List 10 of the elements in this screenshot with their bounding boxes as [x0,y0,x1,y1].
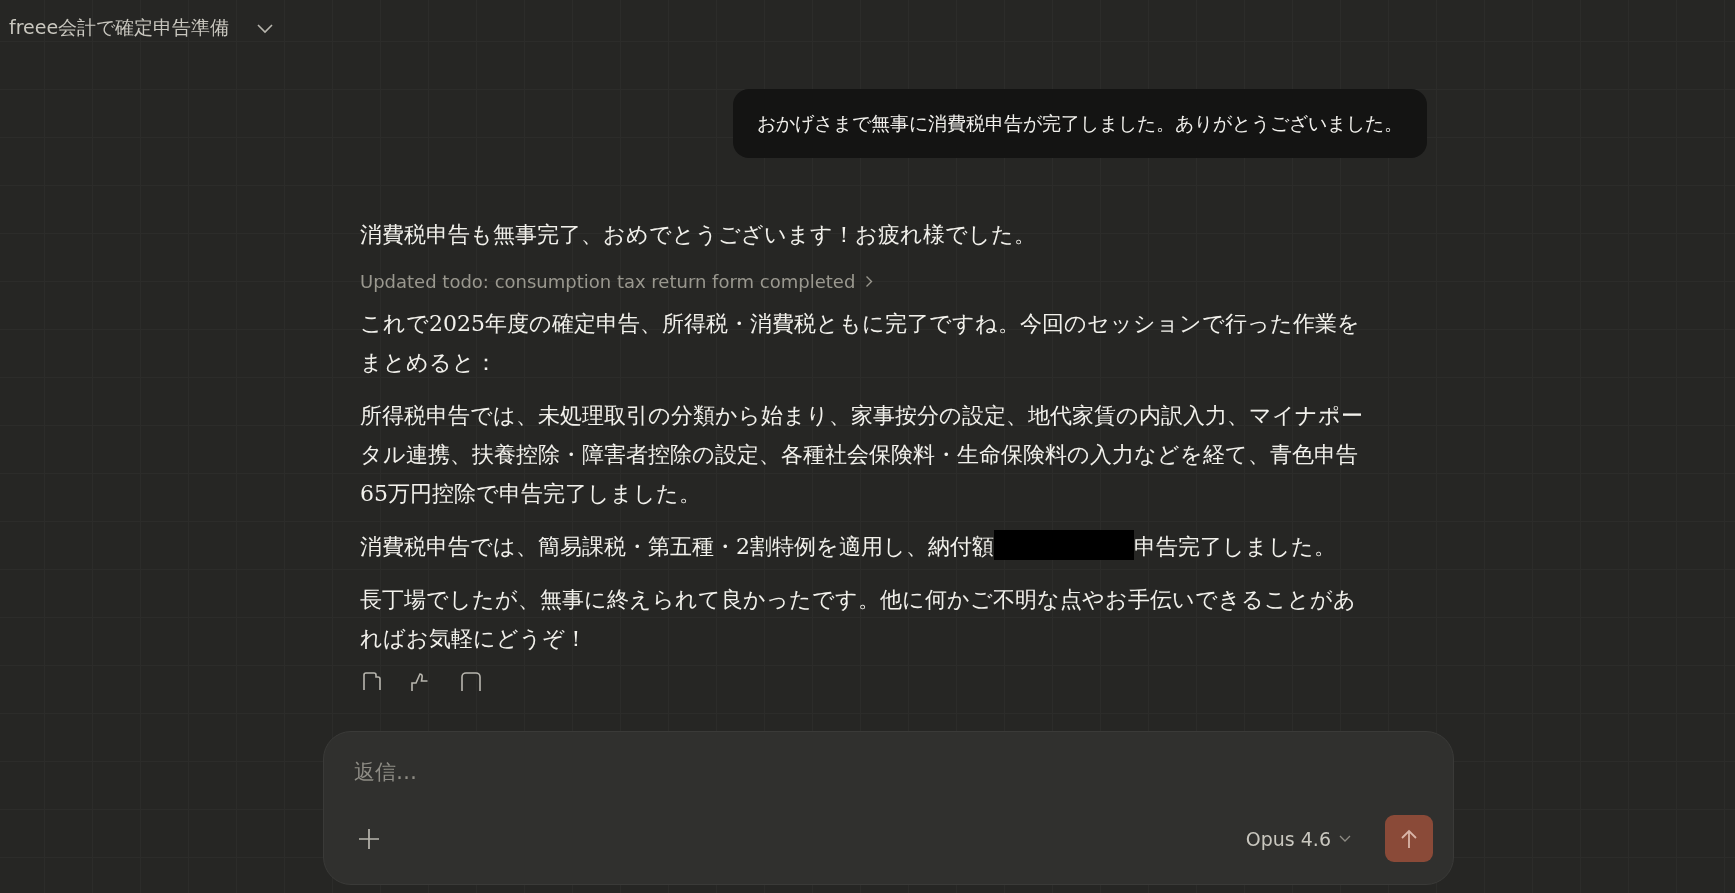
assistant-paragraph: 所得税申告では、未処理取引の分類から始まり、家事按分の設定、地代家賃の内訳入力、マイナポータル連携、扶養控除・障害者控除の設定、各種社会保険料・生命保険料の入力などを経て、青色申告65万円控除で申告完了しました。 [360,402,1364,508]
tool-update-link[interactable]: Updated todo: consumption tax return form completed [360,270,856,292]
reply-input[interactable]: 返信… [354,760,954,784]
assistant-paragraph: これで2025年度の確定申告、所得税・消費税ともに完了ですね。今回のセッションで行った作業をまとめると： [360,310,1361,377]
user-message: おかげさまで無事に消費税申告が完了しました。ありがとうございました。 [733,89,1427,158]
model-selector[interactable]: Opus 4.6 [1245,827,1331,850]
assistant-paragraph: 消費税申告では、簡易課税・第五種・2割特例を適用し、納付額 申告完了しました。 [360,527,1378,566]
assistant-message: 消費税申告も無事完了、おめでとうございます！お疲れ様でした。 [360,221,1037,249]
conversation-title[interactable]: freee会計で確定申告準備 [9,15,230,41]
assistant-paragraph: 長丁場でしたが、無事に終えられて良かったです。他に何かご不明な点やお手伝いできることがあればお気軽にどうぞ！ [360,586,1357,653]
